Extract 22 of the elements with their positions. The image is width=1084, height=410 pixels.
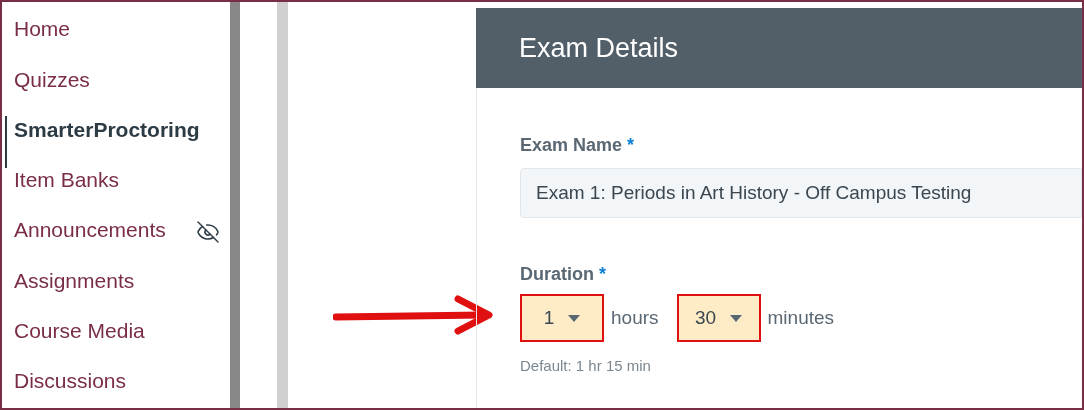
- arrow-icon: [333, 295, 493, 335]
- sidebar-item[interactable]: Announcements: [14, 214, 166, 246]
- sidebar-item[interactable]: Quizzes: [14, 63, 90, 96]
- dropdown[interactable]: 30: [676, 294, 761, 342]
- exam-name-field[interactable]: Exam 1: Periods in Art History - Off Campus Testing: [520, 168, 1082, 218]
- required-mark: *: [599, 263, 606, 286]
- caret-icon: [730, 314, 743, 322]
- hint-text: Default: 1 hr 15 min: [520, 356, 652, 376]
- required-mark: *: [627, 134, 635, 157]
- field-label: Exam Name: [520, 134, 623, 157]
- sidebar-item[interactable]: Discussions: [14, 365, 127, 397]
- field-label: Duration: [520, 263, 594, 286]
- unit-label: hours: [611, 305, 659, 330]
- dropdown[interactable]: 1: [520, 294, 604, 342]
- sidebar-item[interactable]: SmarterProctoring: [14, 113, 200, 146]
- panel-title: Exam Details: [519, 31, 679, 65]
- caret-icon: [568, 314, 581, 322]
- unit-label: minutes: [767, 305, 835, 330]
- sidebar-item[interactable]: Home: [14, 13, 71, 45]
- sidebar-item[interactable]: Assignments: [14, 264, 135, 297]
- sidebar-item[interactable]: Course Media: [14, 314, 145, 347]
- sidebar-item[interactable]: Item Banks: [14, 164, 120, 196]
